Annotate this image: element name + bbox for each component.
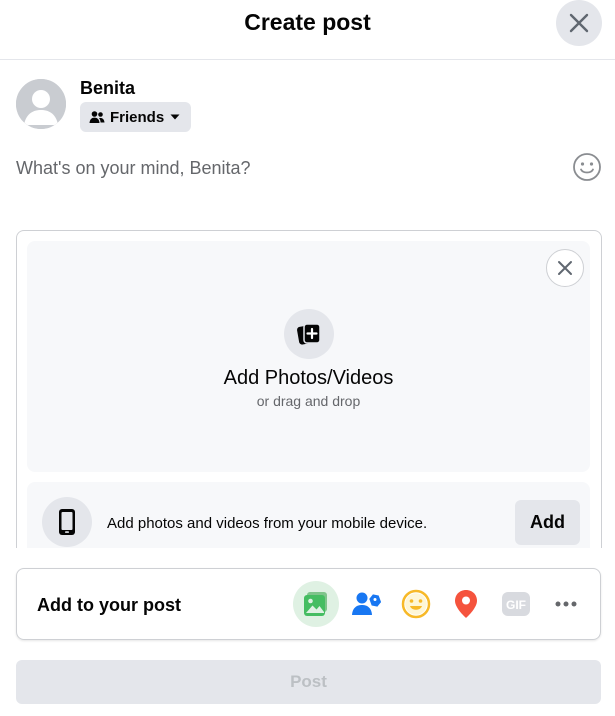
media-upload-panel: Add Photos/Videos or drag and drop Add p…: [16, 230, 602, 548]
close-icon: [569, 13, 589, 33]
audience-label: Friends: [110, 108, 165, 126]
user-name[interactable]: Benita: [80, 77, 135, 99]
mobile-phone-icon: [59, 509, 75, 535]
dialog-header: Create post: [0, 0, 615, 60]
close-dialog-button[interactable]: [556, 0, 602, 46]
mobile-icon-wrap: [42, 497, 92, 547]
photo-drop-zone[interactable]: Add Photos/Videos or drag and drop: [27, 241, 590, 472]
emoji-button[interactable]: [571, 151, 603, 183]
caret-down-icon: [170, 114, 180, 120]
add-media-subtitle: or drag and drop: [256, 393, 361, 409]
gif-button[interactable]: GIF: [493, 581, 539, 627]
tag-people-icon: [352, 592, 381, 615]
add-to-post-bar: Add to your post GIF: [16, 568, 601, 640]
more-icon: [555, 601, 577, 607]
dialog-title: Create post: [244, 9, 371, 35]
photo-video-button[interactable]: [293, 581, 339, 627]
add-to-post-label: Add to your post: [37, 595, 181, 615]
svg-text:GIF: GIF: [506, 598, 526, 612]
post-button[interactable]: Post: [16, 660, 601, 704]
avatar[interactable]: [16, 79, 66, 129]
audience-selector[interactable]: Friends: [80, 102, 192, 132]
remove-media-button[interactable]: [546, 249, 584, 287]
tag-people-button[interactable]: [343, 581, 389, 627]
smiley-icon: [401, 589, 431, 619]
more-options-button[interactable]: [543, 581, 589, 627]
default-avatar-icon: [16, 79, 66, 129]
gif-icon: GIF: [502, 592, 530, 616]
photo-icon: [304, 592, 327, 616]
add-media-icon-wrap: [284, 309, 334, 359]
post-text-input[interactable]: [16, 151, 556, 185]
location-pin-icon: [455, 590, 477, 618]
friends-icon: [89, 111, 105, 123]
check-in-button[interactable]: [443, 581, 489, 627]
feeling-activity-button[interactable]: [393, 581, 439, 627]
mobile-add-button[interactable]: Add: [515, 500, 580, 545]
close-icon: [558, 261, 572, 275]
mobile-upload-text: Add photos and videos from your mobile d…: [107, 515, 428, 532]
add-media-title: Add Photos/Videos: [223, 367, 394, 389]
add-photos-icon: [297, 323, 321, 345]
emoji-icon: [573, 153, 601, 181]
mobile-upload-row: Add photos and videos from your mobile d…: [27, 482, 590, 548]
